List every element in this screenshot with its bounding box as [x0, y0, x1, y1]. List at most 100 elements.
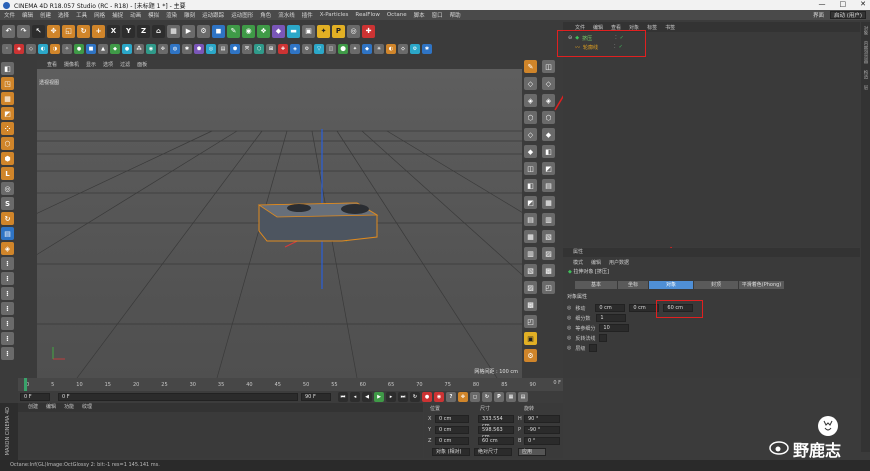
menu-xparticles[interactable]: X-Particles	[320, 12, 349, 18]
recent-tool-icon[interactable]: +	[92, 24, 105, 38]
tool-o-icon[interactable]: ◍	[170, 44, 180, 54]
loop-icon[interactable]: ↻	[410, 392, 420, 402]
radio-icon[interactable]: ◎	[567, 325, 571, 331]
tool-ab-icon[interactable]: ◫	[326, 44, 336, 54]
rt2-tool-12-icon[interactable]: ▨	[542, 247, 555, 260]
end-frame-field[interactable]: 90 F	[301, 393, 331, 401]
menu-pipeline[interactable]: 流水线	[278, 11, 295, 19]
deformer-icon[interactable]: ◆	[272, 24, 285, 38]
menu-tools[interactable]: 工具	[76, 11, 87, 19]
tool-ah-icon[interactable]: ⬦	[398, 44, 408, 54]
select-arrow-icon[interactable]: ↖	[32, 24, 45, 38]
rt-tool-13-icon[interactable]: ▧	[524, 264, 537, 277]
radio-icon[interactable]: ◎	[567, 345, 571, 351]
rot-h-field[interactable]: 90 °	[524, 415, 560, 423]
tool-t-icon[interactable]: ⬢	[230, 44, 240, 54]
rt-tool-12-icon[interactable]: ▥	[524, 247, 537, 260]
menu-character[interactable]: 角色	[260, 11, 271, 19]
frame-range-slider[interactable]: 0 F	[58, 393, 298, 401]
maximize-button[interactable]: □	[840, 0, 847, 8]
menu-animate[interactable]: 动画	[130, 11, 141, 19]
tool-d-icon[interactable]: ◐	[38, 44, 48, 54]
tool-r-icon[interactable]: ◎	[206, 44, 216, 54]
tool-n-icon[interactable]: ✜	[158, 44, 168, 54]
autokey-icon[interactable]: ◉	[434, 392, 444, 402]
tool-ae-icon[interactable]: ◆	[362, 44, 372, 54]
tool-b-icon[interactable]: ◈	[14, 44, 24, 54]
octane-live-icon[interactable]: ◎	[347, 24, 360, 38]
camera-icon[interactable]: ▣	[302, 24, 315, 38]
side-tab-content-browser[interactable]: 内容浏览器	[862, 41, 868, 64]
left-tool-20-icon[interactable]: ⁞	[1, 347, 14, 360]
rotate-icon[interactable]: ↻	[77, 24, 90, 38]
tool-h-icon[interactable]: ■	[86, 44, 96, 54]
z-axis-icon[interactable]: Z	[137, 24, 150, 38]
subdiv-field[interactable]: 1	[596, 314, 627, 322]
goto-start-icon[interactable]: ⏮	[338, 392, 348, 402]
menu-simulate[interactable]: 模拟	[148, 11, 159, 19]
side-tab-structure[interactable]: 构造	[862, 70, 868, 79]
left-tool-18-icon[interactable]: ⁞	[1, 317, 14, 330]
rt-tool-2-icon[interactable]: ◇	[524, 77, 537, 90]
flip-checkbox[interactable]	[599, 334, 608, 342]
tool-g-icon[interactable]: ●	[74, 44, 84, 54]
left-tool-14-icon[interactable]: ⁞	[1, 257, 14, 270]
pos-z-field[interactable]: 0 cm	[435, 437, 469, 445]
viewport-canvas[interactable]: 透视视图 网格间距 : 100 cm	[0, 69, 798, 379]
menu-octane[interactable]: Octane	[387, 12, 407, 18]
minimize-button[interactable]: —	[819, 0, 826, 8]
mat-menu-function[interactable]: 功能	[64, 403, 74, 412]
om-menu-bookmarks[interactable]: 书签	[665, 24, 675, 31]
rt-tool-3-icon[interactable]: ◈	[524, 94, 537, 107]
menu-plugins[interactable]: 插件	[302, 11, 313, 19]
tool-ag-icon[interactable]: ◐	[386, 44, 396, 54]
extruded-object[interactable]	[257, 202, 379, 242]
make-editable-icon[interactable]: ◧	[1, 62, 14, 75]
radio-icon[interactable]: ◎	[567, 305, 571, 311]
rt2-tool-14-icon[interactable]: ◰	[542, 281, 555, 294]
hier-checkbox[interactable]	[589, 344, 598, 352]
move-icon[interactable]: ✥	[47, 24, 60, 38]
menu-render[interactable]: 渲染	[166, 11, 177, 19]
om-menu-tags[interactable]: 标签	[647, 24, 657, 31]
left-tool-15-icon[interactable]: ⁞	[1, 272, 14, 285]
prev-key-icon[interactable]: ◂	[350, 392, 360, 402]
tool-j-icon[interactable]: ◆	[110, 44, 120, 54]
tool-ad-icon[interactable]: ✦	[350, 44, 360, 54]
tool-ai-icon[interactable]: ⚙	[410, 44, 420, 54]
tool-af-icon[interactable]: ✳	[374, 44, 384, 54]
light-icon[interactable]: ✦	[317, 24, 330, 38]
rt-tool-17-icon[interactable]: ▣	[524, 332, 537, 345]
rt-tool-4-icon[interactable]: ⬡	[524, 111, 537, 124]
menu-file[interactable]: 文件	[4, 11, 15, 19]
render-view-icon[interactable]: ▶	[182, 24, 195, 38]
rt-tool-8-icon[interactable]: ◧	[524, 179, 537, 192]
snap-icon[interactable]: S	[1, 197, 14, 210]
pos-x-field[interactable]: 0 cm	[435, 415, 469, 423]
rt-tool-18-icon[interactable]: ⚙	[524, 349, 537, 362]
undo-icon[interactable]: ↶	[2, 24, 15, 38]
rt-tool-14-icon[interactable]: ▨	[524, 281, 537, 294]
y-axis-icon[interactable]: Y	[122, 24, 135, 38]
side-tab-objects[interactable]: 对象	[862, 26, 868, 35]
layers-icon[interactable]: ◈	[1, 242, 14, 255]
tweak-icon[interactable]: ◎	[1, 182, 14, 195]
cube-icon[interactable]: ◼	[212, 24, 225, 38]
rt-tool-5-icon[interactable]: ◇	[524, 128, 537, 141]
tool-q-icon[interactable]: ⬟	[194, 44, 204, 54]
rt2-tool-7-icon[interactable]: ◩	[542, 162, 555, 175]
coord-mode-select[interactable]: 对象 (相对)	[432, 448, 470, 456]
render-region-icon[interactable]: ▦	[167, 24, 180, 38]
playhead[interactable]	[24, 378, 27, 391]
x-axis-icon[interactable]: X	[107, 24, 120, 38]
menu-mesh[interactable]: 网格	[94, 11, 105, 19]
rt2-tool-6-icon[interactable]: ◧	[542, 145, 555, 158]
rt-tool-1-icon[interactable]: ✎	[524, 60, 537, 73]
menu-select[interactable]: 选择	[58, 11, 69, 19]
am-edit[interactable]: 编辑	[591, 259, 601, 266]
lock-icon[interactable]: ↻	[1, 212, 14, 225]
rt-tool-15-icon[interactable]: ▩	[524, 298, 537, 311]
key-rot-icon[interactable]: ↻	[482, 392, 492, 402]
record-icon[interactable]: ●	[422, 392, 432, 402]
vp-menu-filter[interactable]: 过滤	[120, 61, 130, 68]
